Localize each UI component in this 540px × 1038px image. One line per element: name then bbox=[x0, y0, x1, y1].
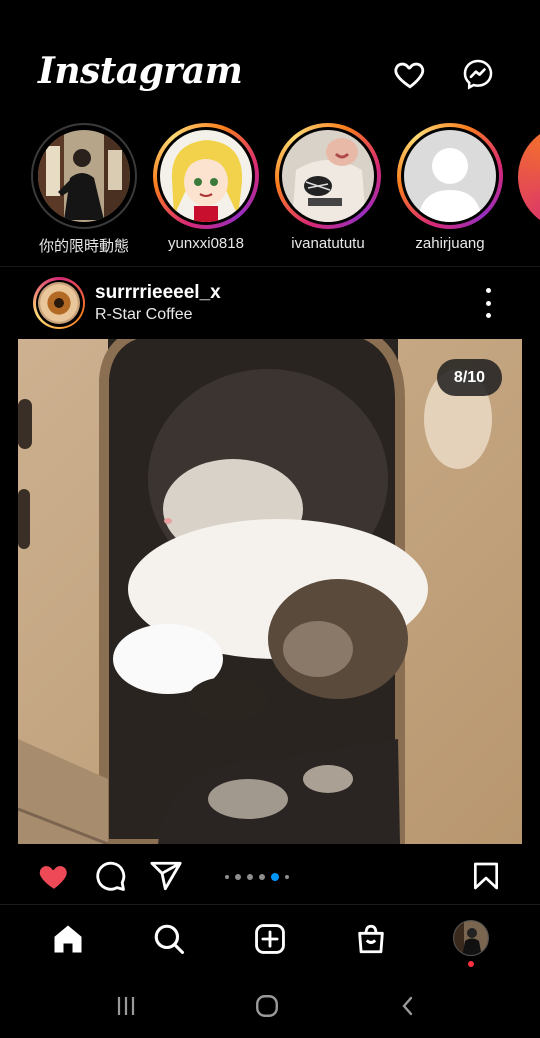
post-location[interactable]: R-Star Coffee bbox=[95, 306, 193, 324]
carousel-dot bbox=[235, 874, 241, 880]
story-label: 你的限時動態 bbox=[38, 238, 129, 255]
story-avatar-zahirjuang bbox=[404, 130, 496, 222]
image-counter: 8/10 bbox=[437, 359, 502, 396]
share-icon bbox=[150, 861, 182, 891]
story-avatar-yunxxi0818 bbox=[160, 130, 252, 222]
carousel-dot bbox=[259, 874, 265, 880]
system-home-button[interactable] bbox=[251, 992, 283, 1020]
story-avatar-ivanatututu bbox=[282, 130, 374, 222]
story-avatar-your-story bbox=[38, 130, 130, 222]
search-icon bbox=[154, 924, 185, 955]
story-item-yunxxi0818[interactable]: yunxxi0818 bbox=[151, 123, 261, 252]
tab-shop[interactable] bbox=[351, 919, 391, 959]
heart-filled-icon bbox=[39, 866, 67, 889]
story-ring bbox=[397, 123, 503, 229]
tab-search[interactable] bbox=[149, 919, 189, 959]
story-item-partial[interactable] bbox=[518, 124, 540, 230]
story-item-ivanatututu[interactable]: ivanatututu bbox=[273, 123, 383, 252]
carousel-indicator bbox=[225, 872, 315, 882]
system-navigation-bar bbox=[0, 974, 540, 1038]
profile-avatar bbox=[454, 921, 488, 955]
comment-button[interactable] bbox=[92, 858, 128, 894]
carousel-dot bbox=[285, 875, 289, 879]
notification-dot bbox=[468, 961, 474, 967]
story-ring bbox=[275, 123, 381, 229]
comment-icon bbox=[96, 861, 126, 891]
tab-profile[interactable] bbox=[453, 920, 489, 956]
avatar-image bbox=[38, 282, 80, 324]
shop-icon bbox=[358, 924, 384, 954]
story-ring bbox=[31, 123, 137, 229]
default-avatar-icon bbox=[418, 148, 482, 222]
home-button-icon bbox=[256, 995, 278, 1017]
more-dots-icon bbox=[485, 288, 491, 293]
bottom-tab-bar bbox=[0, 904, 540, 974]
direct-messages-button[interactable] bbox=[458, 54, 498, 94]
story-label: ivanatututu bbox=[291, 235, 365, 252]
more-options-button[interactable] bbox=[476, 288, 500, 318]
back-icon bbox=[402, 996, 413, 1016]
story-item-your-story[interactable]: 你的限時動態 bbox=[29, 123, 139, 256]
notifications-button[interactable] bbox=[390, 54, 430, 94]
carousel-dot bbox=[225, 875, 229, 879]
post-actions bbox=[0, 850, 540, 902]
story-label: zahirjuang bbox=[415, 235, 485, 252]
messenger-icon bbox=[463, 59, 493, 90]
post-username[interactable]: surrrrieeeel_x bbox=[95, 282, 221, 304]
bookmark-icon bbox=[474, 862, 498, 890]
tab-home[interactable] bbox=[48, 919, 88, 959]
post-author-avatar[interactable] bbox=[33, 277, 85, 329]
home-icon bbox=[54, 925, 82, 953]
save-button[interactable] bbox=[468, 858, 504, 894]
instagram-logo[interactable]: Instagram bbox=[38, 50, 243, 92]
recent-apps-icon bbox=[117, 997, 135, 1015]
top-header: Instagram bbox=[0, 0, 540, 120]
system-back-button[interactable] bbox=[392, 992, 424, 1020]
carousel-dot-active bbox=[271, 873, 279, 881]
like-button[interactable] bbox=[36, 858, 72, 894]
heart-icon bbox=[394, 62, 425, 89]
divider bbox=[0, 266, 540, 267]
tab-create[interactable] bbox=[250, 919, 290, 959]
carousel-dot bbox=[247, 874, 253, 880]
recent-apps-button[interactable] bbox=[110, 992, 142, 1020]
post-header: surrrrieeeel_x R-Star Coffee bbox=[0, 272, 540, 334]
story-label: yunxxi0818 bbox=[168, 235, 244, 252]
share-button[interactable] bbox=[148, 858, 184, 894]
story-ring bbox=[153, 123, 259, 229]
create-icon bbox=[255, 924, 285, 954]
post-image[interactable] bbox=[18, 339, 522, 844]
stories-tray: 你的限時動態 yunxxi0818 ivanatututu zahirjuang bbox=[0, 120, 540, 260]
story-item-zahirjuang[interactable]: zahirjuang bbox=[395, 123, 505, 252]
